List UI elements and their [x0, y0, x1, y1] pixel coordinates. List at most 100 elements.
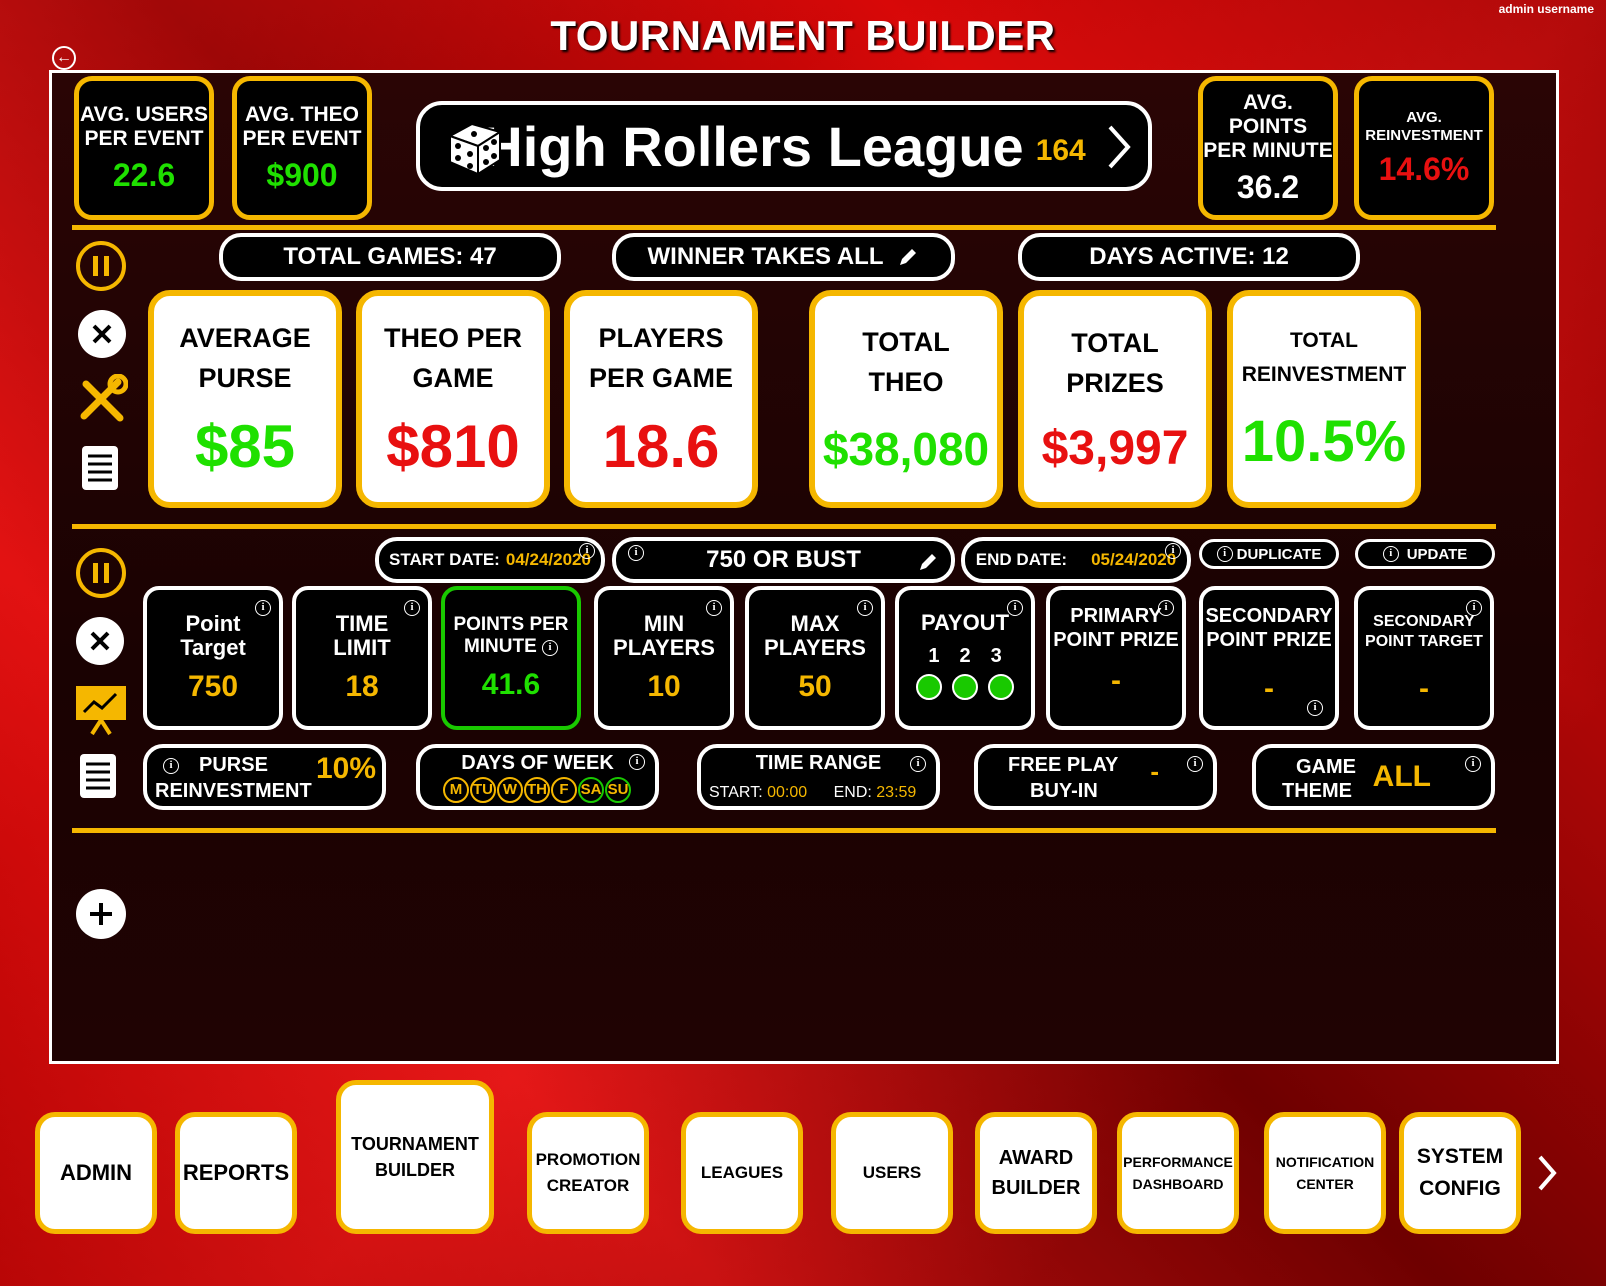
nav-promotion-creator[interactable]: PROMOTION CREATOR: [527, 1112, 649, 1234]
info-icon[interactable]: i: [1382, 546, 1399, 562]
days-of-week-field[interactable]: i DAYS OF WEEK M TU W TH F SA SU: [416, 744, 659, 810]
dice-icon: [447, 122, 503, 176]
day-toggle-f[interactable]: F: [551, 776, 577, 803]
stat-label: PER EVENT: [84, 126, 204, 150]
card-value: $3,997: [1041, 421, 1189, 475]
nav-users[interactable]: USERS: [831, 1112, 953, 1234]
edit-icon[interactable]: [897, 246, 919, 268]
min-players-card[interactable]: i MIN PLAYERS 10: [594, 586, 734, 730]
day-toggle-w[interactable]: W: [497, 776, 523, 803]
day-toggle-su[interactable]: SU: [605, 776, 631, 803]
info-icon[interactable]: i: [1307, 700, 1323, 716]
info-icon[interactable]: i: [1466, 600, 1482, 616]
payout-toggle-1[interactable]: [916, 674, 942, 700]
card-label: THEO PER: [383, 322, 523, 353]
card-value: 41.6: [481, 668, 541, 701]
start-date-value: 04/24/2020: [505, 550, 591, 569]
info-icon[interactable]: i: [706, 600, 722, 616]
purse-reinvestment-field[interactable]: i PURSE REINVESTMENT 10%: [143, 744, 386, 810]
info-icon[interactable]: i: [1007, 600, 1023, 616]
edit-icon[interactable]: [917, 551, 939, 573]
day-toggle-tu[interactable]: TU: [470, 776, 496, 803]
info-icon[interactable]: i: [1465, 756, 1481, 772]
big-card-total-prizes: TOTAL PRIZES $3,997: [1018, 290, 1212, 508]
duplicate-button[interactable]: i DUPLICATE: [1199, 539, 1339, 569]
info-icon[interactable]: i: [579, 543, 595, 559]
time-limit-card[interactable]: i TIME LIMIT 18: [292, 586, 432, 730]
info-icon[interactable]: i: [1216, 546, 1233, 562]
points-per-minute-card[interactable]: POINTS PER MINUTE i 41.6: [441, 586, 581, 730]
info-icon[interactable]: i: [404, 600, 420, 616]
chevron-right-icon[interactable]: [1106, 125, 1132, 169]
end-date-field[interactable]: END DATE: 05/24/2020 i: [961, 537, 1191, 583]
stat-label: AVG. THEO: [245, 102, 359, 126]
secondary-point-target-card[interactable]: i SECONDARY POINT TARGET -: [1354, 586, 1494, 730]
tools-icon[interactable]: [76, 374, 128, 426]
info-icon[interactable]: i: [1165, 543, 1181, 559]
free-play-buy-in-field[interactable]: i FREE PLAY BUY-IN -: [974, 744, 1217, 810]
nav-admin[interactable]: ADMIN: [35, 1112, 157, 1234]
info-icon[interactable]: i: [1187, 756, 1203, 772]
close-icon[interactable]: [78, 310, 126, 358]
chevron-right-icon[interactable]: [1536, 1155, 1558, 1191]
avg-theo-stat: AVG. THEO PER EVENT $900: [232, 76, 372, 220]
avg-points-stat: AVG. POINTS PER MINUTE 36.2: [1198, 76, 1338, 220]
add-game-icon[interactable]: [76, 889, 126, 939]
presentation-chart-icon[interactable]: [74, 684, 128, 736]
day-toggle-th[interactable]: TH: [524, 776, 550, 803]
end-date-label: END DATE:: [975, 550, 1068, 569]
nav-award-builder[interactable]: AWARD BUILDER: [975, 1112, 1097, 1234]
nav-notification-center[interactable]: NOTIFICATION CENTER: [1264, 1112, 1386, 1234]
payout-toggle-3[interactable]: [988, 674, 1014, 700]
close-icon[interactable]: [76, 617, 124, 665]
payout-place: 1: [928, 645, 940, 667]
back-arrow-icon[interactable]: ←: [52, 46, 76, 70]
card-label: SECONDARY: [1205, 605, 1333, 627]
info-icon[interactable]: i: [857, 600, 873, 616]
admin-username[interactable]: admin username: [1499, 2, 1594, 16]
mode-pill[interactable]: WINNER TAKES ALL: [612, 233, 955, 281]
day-toggle-m[interactable]: M: [443, 776, 469, 803]
time-range-field[interactable]: i TIME RANGE START: 00:00 END: 23:59: [697, 744, 940, 810]
document-icon[interactable]: [78, 442, 126, 494]
info-icon[interactable]: i: [163, 758, 179, 774]
free-play-label: FREE PLAY: [1008, 754, 1119, 776]
nav-leagues[interactable]: LEAGUES: [681, 1112, 803, 1234]
card-label: TIME: [335, 611, 389, 636]
nav-performance-dashboard[interactable]: PERFORMANCE DASHBOARD: [1117, 1112, 1239, 1234]
update-button[interactable]: i UPDATE: [1355, 539, 1495, 569]
day-toggle-sa[interactable]: SA: [578, 776, 604, 803]
purse-value: 10%: [315, 752, 376, 785]
free-play-value: -: [1150, 756, 1159, 786]
max-players-card[interactable]: i MAX PLAYERS 50: [745, 586, 885, 730]
stat-value: $900: [266, 156, 338, 193]
time-range-values: START: 00:00 END: 23:59: [709, 784, 916, 802]
payout-card[interactable]: i PAYOUT 1 2 3: [895, 586, 1035, 730]
stat-label: AVG.: [1406, 108, 1442, 126]
nav-tournament-builder[interactable]: TOURNAMENT BUILDER: [336, 1080, 494, 1234]
nav-reports[interactable]: REPORTS: [175, 1112, 297, 1234]
stat-value: 36.2: [1236, 168, 1300, 205]
info-icon[interactable]: i: [629, 754, 645, 770]
pause-icon[interactable]: [76, 241, 126, 291]
pause-icon[interactable]: [76, 548, 126, 598]
league-selector[interactable]: High Rollers League 164: [416, 101, 1152, 191]
card-value: $810: [386, 412, 520, 480]
secondary-point-prize-card[interactable]: i SECONDARY POINT PRIZE -: [1199, 586, 1339, 730]
start-date-field[interactable]: START DATE: 04/24/2020 i: [375, 537, 605, 583]
time-end-label: END:: [833, 784, 872, 801]
info-icon[interactable]: i: [628, 545, 644, 561]
card-label: TOTAL: [1289, 328, 1359, 352]
time-start-value: 00:00: [767, 784, 808, 801]
info-icon[interactable]: i: [542, 640, 559, 656]
game-name-field[interactable]: i 750 OR BUST: [612, 537, 955, 583]
stat-label: PER MINUTE: [1203, 138, 1333, 162]
payout-toggle-2[interactable]: [952, 674, 978, 700]
info-icon[interactable]: i: [1158, 600, 1174, 616]
nav-system-config[interactable]: SYSTEM CONFIG: [1399, 1112, 1521, 1234]
point-target-card[interactable]: i Point Target 750: [143, 586, 283, 730]
document-icon[interactable]: [76, 750, 124, 802]
game-theme-field[interactable]: i GAME THEME ALL: [1252, 744, 1495, 810]
info-icon[interactable]: i: [255, 600, 271, 616]
primary-point-prize-card[interactable]: i PRIMARY POINT PRIZE -: [1046, 586, 1186, 730]
